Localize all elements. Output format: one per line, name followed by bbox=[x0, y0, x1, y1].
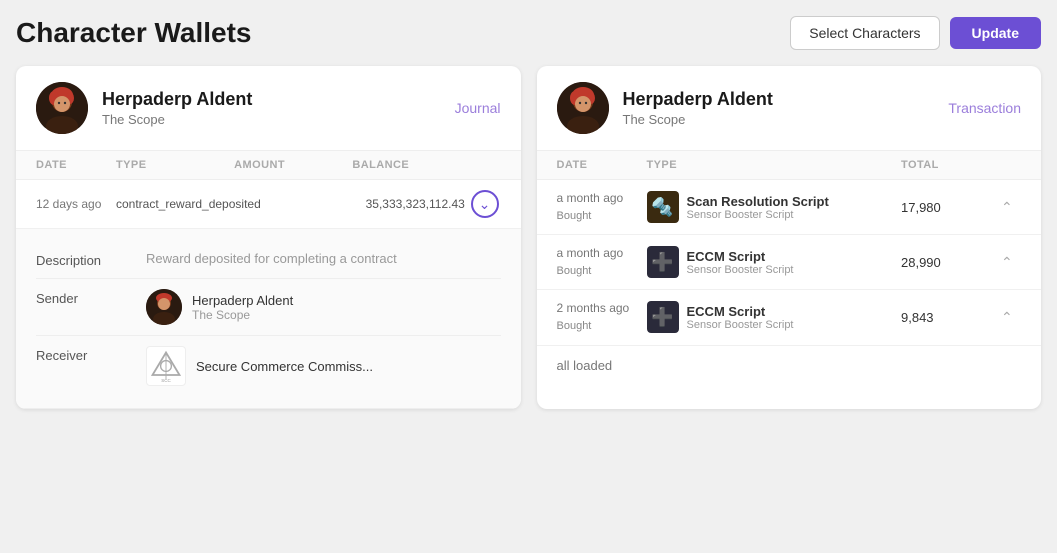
sender-corp: The Scope bbox=[192, 308, 293, 322]
left-col-amount: AMOUNT bbox=[234, 159, 352, 171]
row1-item-name: Scan Resolution Script bbox=[687, 194, 829, 209]
receiver-logo: SCC bbox=[146, 346, 186, 386]
table-row: a month ago Bought ➕ ECCM Script Sensor … bbox=[537, 235, 1042, 290]
left-panel-tab[interactable]: Journal bbox=[455, 100, 501, 116]
row-date: 12 days ago bbox=[36, 196, 116, 213]
update-button[interactable]: Update bbox=[950, 17, 1041, 49]
row2-item-name: ECCM Script bbox=[687, 249, 794, 264]
chevron-down-icon: ⌄ bbox=[479, 196, 491, 213]
row-balance: 35,333,323,112.43 bbox=[366, 197, 471, 211]
right-table-header: DATE TYPE TOTAL bbox=[537, 151, 1042, 180]
row1-item-sub: Sensor Booster Script bbox=[687, 209, 829, 221]
collapse-icon-1[interactable]: ⌃ bbox=[1001, 199, 1021, 216]
left-char-text: Herpaderp Aldent The Scope bbox=[102, 89, 252, 127]
row3-item-sub: Sensor Booster Script bbox=[687, 319, 794, 331]
row2-total: 28,990 bbox=[901, 255, 1001, 270]
description-value: Reward deposited for completing a contra… bbox=[146, 251, 397, 266]
expand-button[interactable]: ⌄ bbox=[471, 190, 499, 218]
sender-avatar bbox=[146, 289, 182, 325]
left-col-date: DATE bbox=[36, 159, 116, 171]
left-char-corp: The Scope bbox=[102, 112, 252, 127]
item-icon-1: 🔩 bbox=[647, 191, 679, 223]
header-actions: Select Characters Update bbox=[790, 16, 1041, 50]
right-panel-tab[interactable]: Transaction bbox=[948, 100, 1021, 116]
table-row: a month ago Bought 🔩 Scan Resolution Scr… bbox=[537, 180, 1042, 235]
left-panel-header: Herpaderp Aldent The Scope Journal bbox=[16, 66, 521, 151]
sender-row: Sender Herpaderp Alde bbox=[36, 279, 501, 336]
right-col-type: TYPE bbox=[647, 159, 902, 171]
left-char-info: Herpaderp Aldent The Scope bbox=[36, 82, 252, 134]
row1-date: a month ago Bought bbox=[557, 190, 647, 224]
right-col-total: TOTAL bbox=[901, 159, 1001, 171]
item-icon-3: ➕ bbox=[647, 301, 679, 333]
sender-info: Herpaderp Aldent The Scope bbox=[146, 289, 293, 325]
receiver-name: Secure Commerce Commiss... bbox=[196, 359, 373, 374]
right-table-body: a month ago Bought 🔩 Scan Resolution Scr… bbox=[537, 180, 1042, 385]
row1-type: 🔩 Scan Resolution Script Sensor Booster … bbox=[647, 191, 902, 223]
right-char-corp: The Scope bbox=[623, 112, 773, 127]
right-char-name: Herpaderp Aldent bbox=[623, 89, 773, 110]
receiver-label: Receiver bbox=[36, 346, 126, 363]
row3-type: ➕ ECCM Script Sensor Booster Script bbox=[647, 301, 902, 333]
row3-total: 9,843 bbox=[901, 310, 1001, 325]
right-panel: Herpaderp Aldent The Scope Transaction D… bbox=[537, 66, 1042, 409]
table-row: 12 days ago contract_reward_deposited 35… bbox=[16, 180, 521, 229]
description-label: Description bbox=[36, 251, 126, 268]
panels: Herpaderp Aldent The Scope Journal DATE … bbox=[16, 66, 1041, 409]
left-col-type: TYPE bbox=[116, 159, 234, 171]
row3-item-name: ECCM Script bbox=[687, 304, 794, 319]
sender-name: Herpaderp Aldent bbox=[192, 293, 293, 308]
right-col-date: DATE bbox=[557, 159, 647, 171]
row1-total: 17,980 bbox=[901, 200, 1001, 215]
left-col-balance: BALANCE bbox=[352, 159, 470, 171]
right-char-text: Herpaderp Aldent The Scope bbox=[623, 89, 773, 127]
select-characters-button[interactable]: Select Characters bbox=[790, 16, 939, 50]
row2-item-sub: Sensor Booster Script bbox=[687, 264, 794, 276]
left-char-name: Herpaderp Aldent bbox=[102, 89, 252, 110]
row3-date: 2 months ago Bought bbox=[557, 300, 647, 334]
page-title: Character Wallets bbox=[16, 17, 252, 49]
collapse-icon-3[interactable]: ⌃ bbox=[1001, 309, 1021, 326]
left-table-body: 12 days ago contract_reward_deposited 35… bbox=[16, 180, 521, 409]
receiver-row: Receiver SCC bbox=[36, 336, 501, 396]
right-avatar bbox=[557, 82, 609, 134]
left-table-header: DATE TYPE AMOUNT BALANCE bbox=[16, 151, 521, 180]
left-avatar bbox=[36, 82, 88, 134]
right-panel-header: Herpaderp Aldent The Scope Transaction bbox=[537, 66, 1042, 151]
sender-label: Sender bbox=[36, 289, 126, 306]
receiver-info: SCC Secure Commerce Commiss... bbox=[146, 346, 373, 386]
row2-type: ➕ ECCM Script Sensor Booster Script bbox=[647, 246, 902, 278]
left-panel: Herpaderp Aldent The Scope Journal DATE … bbox=[16, 66, 521, 409]
collapse-icon-2[interactable]: ⌃ bbox=[1001, 254, 1021, 271]
description-row: Description Reward deposited for complet… bbox=[36, 241, 501, 279]
svg-text:SCC: SCC bbox=[161, 378, 171, 383]
right-char-info: Herpaderp Aldent The Scope bbox=[557, 82, 773, 134]
item-icon-2: ➕ bbox=[647, 246, 679, 278]
row-type: contract_reward_deposited bbox=[116, 197, 261, 211]
all-loaded: all loaded bbox=[537, 346, 1042, 385]
table-row: 2 months ago Bought ➕ ECCM Script Sensor… bbox=[537, 290, 1042, 345]
row2-date: a month ago Bought bbox=[557, 245, 647, 279]
expanded-detail: Description Reward deposited for complet… bbox=[16, 229, 521, 409]
